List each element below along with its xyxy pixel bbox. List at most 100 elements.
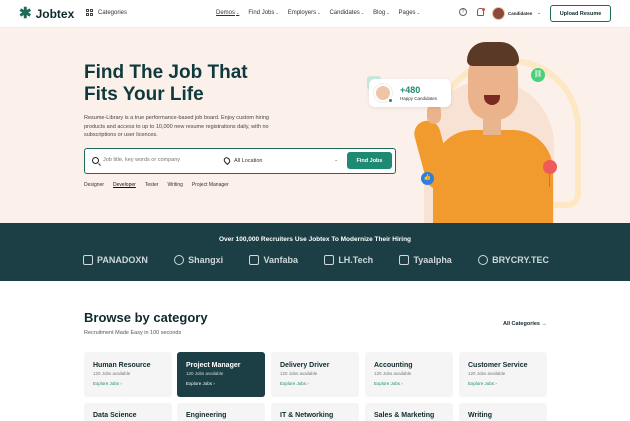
category-title: Engineering (186, 412, 227, 419)
explore-label: Explore Jobs (280, 381, 307, 386)
location-pin-icon (222, 155, 232, 166)
brand-icon (249, 255, 260, 265)
location-select[interactable]: All Location (234, 158, 262, 164)
explore-jobs-link[interactable]: Explore Jobs › (468, 381, 497, 386)
nav-label: Candidates (329, 10, 360, 16)
logo[interactable]: ✱ Jobtex (19, 6, 74, 21)
category-card-accounting[interactable]: Accounting 120 Jobs available Explore Jo… (365, 352, 453, 397)
all-categories-link[interactable]: All Categories → (503, 321, 547, 327)
tag-writing[interactable]: Writing (167, 182, 182, 188)
online-dot (388, 98, 393, 103)
arrow-right-icon: → (541, 321, 548, 327)
hero-description: Resume-Library is a true performance-bas… (84, 115, 269, 138)
category-jobs-count: 120 Jobs available (93, 371, 131, 376)
chevron-down-icon: ⌄ (360, 10, 365, 15)
category-card-delivery-driver[interactable]: Delivery Driver 120 Jobs available Explo… (271, 352, 359, 397)
category-jobs-count: 120 Jobs available (374, 371, 412, 376)
help-icon[interactable]: ? (459, 8, 467, 16)
all-categories-label: All Categories (503, 321, 540, 327)
nav-item-employers[interactable]: Employers⌄ (288, 10, 321, 16)
chevron-right-icon: › (401, 381, 403, 386)
category-card-it-networking[interactable]: IT & Networking (271, 403, 359, 421)
balloon-string (549, 173, 550, 187)
happy-count: +480 (400, 85, 421, 95)
browse-subtitle: Recruitment Made Easy in 100 seconds (84, 330, 182, 336)
user-avatar[interactable] (492, 7, 505, 20)
chevron-right-icon: › (213, 381, 215, 386)
chevron-down-icon[interactable]: ⌄ (334, 157, 338, 163)
brand-logo: Tyaalpha (399, 255, 452, 265)
find-jobs-button[interactable]: Find Jobs (347, 152, 392, 169)
brand-logo: BRYCRY.TEC (478, 255, 549, 265)
category-title: Customer Service (468, 362, 528, 369)
chevron-down-icon[interactable]: ⌄ (537, 10, 541, 16)
explore-jobs-link[interactable]: Explore Jobs › (186, 381, 215, 386)
nav-item-candidates[interactable]: Candidates⌄ (329, 10, 364, 16)
person-hair (467, 42, 519, 66)
category-card-engineering[interactable]: Engineering (177, 403, 265, 421)
category-card-customer-service[interactable]: Customer Service 120 Jobs available Expl… (459, 352, 547, 397)
page: ✱ Jobtex Categories Demos⌄ Find Jobs⌄ Em… (0, 0, 630, 421)
chevron-down-icon: ⌄ (275, 10, 279, 15)
explore-jobs-link[interactable]: Explore Jobs › (93, 381, 122, 386)
recruiters-title: Over 100,000 Recruiters Use Jobtex To Mo… (218, 236, 412, 243)
chevron-down-icon: ⌄ (317, 10, 321, 15)
chevron-down-icon: ⌄ (386, 10, 390, 15)
tag-tester[interactable]: Tester (145, 182, 159, 188)
brand-name: LH.Tech (338, 255, 374, 265)
hero-title: Find The Job That Fits Your Life (84, 62, 344, 106)
categories-menu[interactable]: Categories (86, 9, 127, 16)
tag-designer[interactable]: Designer (84, 182, 104, 188)
chevron-right-icon: › (120, 381, 122, 386)
popular-tags: Designer Developer Tester Writing Projec… (84, 182, 229, 188)
explore-jobs-link[interactable]: Explore Jobs › (280, 381, 309, 386)
user-label[interactable]: Candidates (508, 11, 532, 16)
upload-resume-button[interactable]: Upload Resume (550, 5, 611, 22)
brand-name: Tyaalpha (413, 255, 452, 265)
header-icons: ? (459, 8, 485, 16)
happy-label: Happy Candidates (400, 96, 438, 101)
recruiters-band (0, 223, 630, 281)
explore-label: Explore Jobs (186, 381, 213, 386)
category-title: Delivery Driver (280, 362, 330, 369)
brand-icon (324, 255, 335, 265)
bell-icon[interactable] (477, 8, 485, 16)
category-card-sales-marketing[interactable]: Sales & Marketing (365, 403, 453, 421)
brand-logo: PANADOXN (83, 255, 148, 265)
person-hand (427, 104, 441, 124)
main-nav: Demos⌄ Find Jobs⌄ Employers⌄ Candidates⌄… (216, 10, 420, 16)
logo-icon: ✱ (19, 5, 32, 22)
hero-title-line1: Find The Job That (84, 62, 248, 83)
search-input[interactable] (103, 157, 213, 163)
nav-item-pages[interactable]: Pages⌄ (399, 10, 420, 16)
category-card-data-science[interactable]: Data Science (84, 403, 172, 421)
thumbs-up-icon: 👍 (421, 172, 434, 185)
explore-label: Explore Jobs (93, 381, 120, 386)
nav-item-find-jobs[interactable]: Find Jobs⌄ (248, 10, 278, 16)
chevron-right-icon: › (495, 381, 497, 386)
job-search-bar: All Location ⌄ Find Jobs (84, 148, 396, 174)
brand-icon (478, 255, 489, 265)
chevron-right-icon: › (307, 381, 309, 386)
brand-icon (399, 255, 410, 265)
tag-developer[interactable]: Developer (113, 182, 136, 188)
categories-label: Categories (98, 9, 128, 16)
category-card-writing[interactable]: Writing (459, 403, 547, 421)
happy-candidates-card: +480 Happy Candidates (369, 79, 451, 107)
person-image (433, 130, 553, 223)
category-jobs-count: 120 Jobs available (186, 371, 224, 376)
nav-item-demos[interactable]: Demos⌄ (216, 10, 239, 16)
category-card-project-manager[interactable]: Project Manager 120 Jobs available Explo… (177, 352, 265, 397)
browse-title: Browse by category (84, 310, 208, 325)
brand-name: Vanfaba (263, 255, 298, 265)
nav-item-blog[interactable]: Blog⌄ (373, 10, 389, 16)
category-title: Writing (468, 412, 492, 419)
balloon-icon (543, 160, 557, 174)
tag-project-manager[interactable]: Project Manager (192, 182, 229, 188)
category-card-human-resource[interactable]: Human Resource 120 Jobs available Explor… (84, 352, 172, 397)
explore-jobs-link[interactable]: Explore Jobs › (374, 381, 403, 386)
brand-icon (174, 255, 185, 265)
brand-icon (83, 255, 93, 265)
category-jobs-count: 120 Jobs available (468, 371, 506, 376)
grid-icon (86, 9, 93, 16)
